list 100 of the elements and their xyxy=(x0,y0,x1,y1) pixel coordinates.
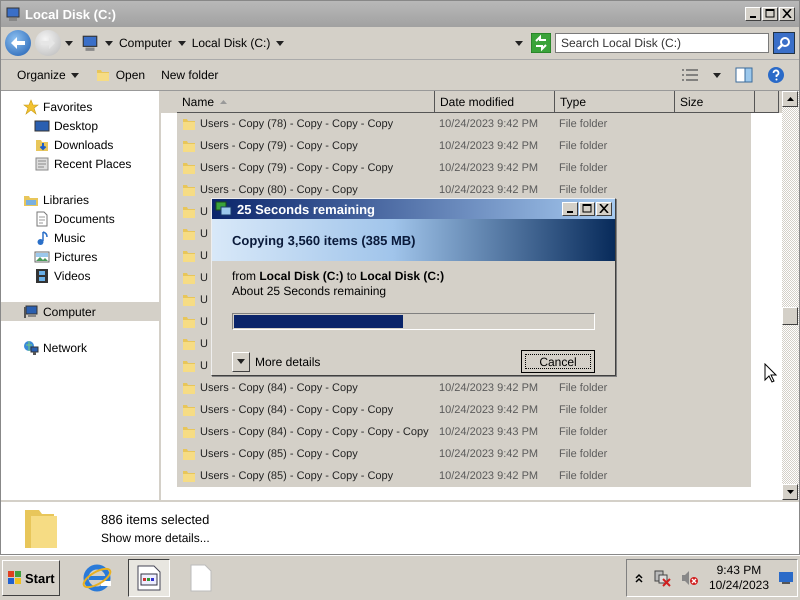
back-button[interactable] xyxy=(5,30,31,56)
file-name: Users - Copy (80) - Copy - Copy xyxy=(200,184,358,196)
help-icon[interactable] xyxy=(767,66,785,84)
caret-icon xyxy=(105,40,113,46)
sidebar-item[interactable]: Computer xyxy=(1,302,159,321)
show-desktop-icon[interactable] xyxy=(779,572,793,584)
folder-icon xyxy=(181,116,197,132)
scroll-thumb[interactable] xyxy=(782,307,798,325)
maximize-icon xyxy=(765,9,775,18)
file-row[interactable]: Users - Copy (80) - Copy - Copy 10/24/2023 9:42 PM File folder xyxy=(177,179,751,201)
sidebar-item[interactable]: Libraries xyxy=(1,190,159,209)
desktop-icon xyxy=(34,118,50,134)
date-cell-text: 10/24/2023 9:42 PM xyxy=(438,184,540,196)
date-cell-text: 10/24/2023 9:42 PM xyxy=(438,118,540,130)
file-name: U xyxy=(200,272,208,284)
e-logo-icon xyxy=(80,562,113,594)
file-name: U xyxy=(200,360,208,372)
folder-icon xyxy=(181,292,197,308)
taskbar-button[interactable] xyxy=(128,559,170,597)
file-row[interactable]: Users - Copy (78) - Copy - Copy - Copy 10/24/2023 9:42 PM File folder xyxy=(177,113,751,135)
file-name: U xyxy=(200,338,208,350)
file-name: U xyxy=(200,228,208,240)
network-error-icon[interactable] xyxy=(652,569,671,587)
minimize-icon xyxy=(567,211,573,213)
toolbar-button[interactable]: Organize xyxy=(11,65,85,85)
dialog-title: 25 Seconds remaining xyxy=(237,202,376,216)
column-header-filler xyxy=(755,91,779,113)
file-name: Users - Copy (84) - Copy - Copy xyxy=(200,382,358,394)
folder-icon xyxy=(181,358,197,374)
scroll-down-button[interactable] xyxy=(782,484,798,500)
file-row[interactable]: Users - Copy (85) - Copy - Copy - Copy 10/24/2023 9:42 PM File folder xyxy=(177,465,751,487)
toolbar-button[interactable]: New folder xyxy=(155,65,224,85)
search-button[interactable] xyxy=(773,32,795,54)
file-row[interactable]: Users - Copy (79) - Copy - Copy - Copy 10/24/2023 9:42 PM File folder xyxy=(177,157,751,179)
up-arrow-icon xyxy=(786,97,794,101)
type-cell-text: File folder xyxy=(559,426,608,438)
file-row[interactable]: Users - Copy (84) - Copy - Copy - Copy 10/24/2023 9:42 PM File folder xyxy=(177,399,751,421)
back-arrow-icon xyxy=(11,37,25,49)
minimize-icon xyxy=(750,16,756,18)
folder-icon xyxy=(181,138,197,154)
type-cell-text: File folder xyxy=(559,184,608,196)
chevron-up-icon[interactable] xyxy=(634,573,643,583)
windows-logo-icon xyxy=(7,570,23,586)
minimize-button[interactable] xyxy=(562,202,578,216)
file-name: Users - Copy (85) - Copy - Copy - Copy xyxy=(200,470,394,482)
file-row[interactable]: Users - Copy (84) - Copy - Copy 10/24/2023 9:42 PM File folder xyxy=(177,377,751,399)
start-button[interactable]: Start xyxy=(2,560,60,596)
date-cell-text: 10/24/2023 9:42 PM xyxy=(438,382,540,394)
breadcrumb-item[interactable]: Local Disk (C:) xyxy=(192,36,270,50)
sidebar-item[interactable]: Music xyxy=(1,228,159,247)
sidebar-item[interactable]: Network xyxy=(1,338,159,357)
search-field[interactable]: Search Local Disk (C:) xyxy=(555,33,769,53)
minimize-button[interactable] xyxy=(745,7,761,21)
sidebar-item[interactable]: Favorites xyxy=(1,97,159,116)
clock-date: 10/24/2023 xyxy=(708,578,769,593)
sidebar-item[interactable]: Videos xyxy=(1,266,159,285)
close-button[interactable] xyxy=(596,202,612,216)
sidebar-item[interactable]: Desktop xyxy=(1,116,159,135)
selection-count: 886 items selected xyxy=(101,512,210,526)
vertical-scrollbar[interactable] xyxy=(782,91,799,500)
date-cell-text: 10/24/2023 9:42 PM xyxy=(438,404,540,416)
refresh-icon[interactable] xyxy=(531,33,551,53)
cancel-button[interactable]: Cancel xyxy=(521,350,595,373)
file-row[interactable]: Users - Copy (84) - Copy - Copy - Copy - Copy 10/24/2023 9:43 PM File folder xyxy=(177,421,751,443)
scroll-up-button[interactable] xyxy=(782,91,798,107)
folder-icon xyxy=(181,402,197,418)
file-row[interactable]: Users - Copy (85) - Copy - Copy 10/24/2023 9:42 PM File folder xyxy=(177,443,751,465)
more-details-button[interactable]: More details xyxy=(232,352,320,372)
maximize-button[interactable] xyxy=(762,7,778,21)
breadcrumb-item[interactable]: Computer xyxy=(119,36,172,50)
sidebar-item[interactable]: Recent Places xyxy=(1,154,159,173)
view-options-icon[interactable] xyxy=(681,68,699,82)
close-button[interactable] xyxy=(779,7,795,21)
down-arrow-icon xyxy=(786,490,794,494)
show-details-link[interactable]: Show more details... xyxy=(101,530,210,544)
maximize-button[interactable] xyxy=(579,202,595,216)
folder-icon xyxy=(181,182,197,198)
computer-icon xyxy=(5,6,21,22)
folder-icon xyxy=(181,380,197,396)
folder-icon xyxy=(181,270,197,286)
caret-icon xyxy=(276,40,284,46)
toolbar-button[interactable]: Open xyxy=(88,64,152,86)
film-icon xyxy=(34,268,50,284)
folder-icon xyxy=(181,468,197,484)
muted-speaker-icon[interactable] xyxy=(680,569,699,587)
close-icon xyxy=(599,204,609,213)
view-caret-icon xyxy=(713,72,721,78)
type-cell-text: File folder xyxy=(559,118,608,130)
picture-icon xyxy=(34,248,50,264)
file-row[interactable]: Users - Copy (79) - Copy - Copy 10/24/2023 9:42 PM File folder xyxy=(177,135,751,157)
document-icon xyxy=(190,564,212,592)
time-remaining: About 25 Seconds remaining xyxy=(232,284,388,299)
caret-icon xyxy=(178,40,186,46)
sidebar-item[interactable]: Downloads xyxy=(1,135,159,154)
preview-pane-icon[interactable] xyxy=(735,67,753,83)
sidebar-item[interactable]: Documents xyxy=(1,209,159,228)
folder-icon xyxy=(181,446,197,462)
caret-icon xyxy=(237,359,245,364)
sidebar-item[interactable]: Pictures xyxy=(1,247,159,266)
folder-icon xyxy=(181,314,197,330)
